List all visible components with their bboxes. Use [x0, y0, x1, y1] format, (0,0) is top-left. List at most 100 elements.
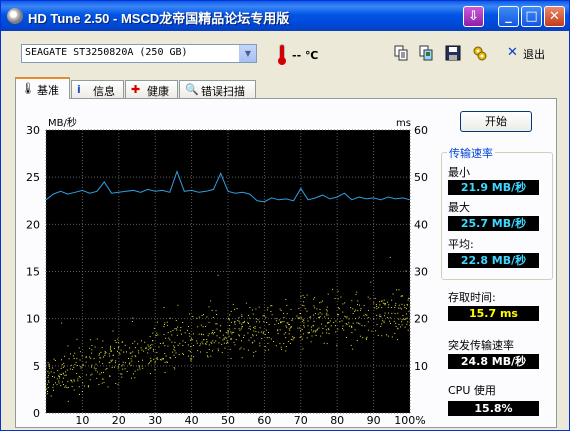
access-time-point — [80, 367, 82, 369]
access-time-point — [291, 319, 293, 321]
access-time-point — [212, 340, 214, 342]
min-label: 最小 — [448, 166, 470, 179]
access-time-point — [223, 338, 225, 340]
access-time-point — [336, 344, 338, 346]
access-time-point — [105, 352, 107, 353]
access-time-point — [188, 350, 190, 352]
access-time-point — [316, 308, 318, 310]
access-time-point — [138, 352, 140, 354]
access-time-point — [310, 329, 312, 331]
access-time-point — [251, 309, 253, 311]
access-time-point — [359, 323, 361, 325]
access-time-point — [52, 376, 53, 377]
access-time-point — [229, 328, 231, 330]
access-time-point — [147, 363, 149, 365]
cpu-usage-value: 15.8% — [448, 401, 539, 416]
access-time-point — [255, 331, 257, 332]
access-time-point — [365, 338, 367, 340]
access-time-point — [255, 334, 257, 336]
access-time-point — [407, 321, 409, 323]
access-time-point — [407, 299, 409, 301]
access-time-point — [404, 326, 406, 328]
x-tick-label: 20 — [112, 414, 126, 427]
access-time-point — [253, 327, 254, 329]
minimize-button[interactable]: _ — [498, 6, 519, 27]
access-time-point — [175, 320, 177, 322]
access-time-point — [174, 341, 176, 343]
access-time-point — [88, 386, 89, 388]
tab-benchmark[interactable]: 🌡 基准 — [15, 77, 70, 99]
access-time-point — [249, 325, 251, 327]
access-time-point — [396, 289, 398, 291]
access-time-point — [319, 302, 321, 304]
access-time-point — [70, 353, 71, 355]
access-time-point — [290, 327, 291, 329]
access-time-point — [398, 289, 400, 291]
access-time-point — [338, 307, 339, 309]
access-time-point — [285, 298, 287, 300]
access-time-point — [359, 335, 361, 337]
access-time-point — [399, 307, 401, 309]
download-icon[interactable]: ⇩ — [463, 6, 484, 27]
access-time-point — [283, 321, 285, 323]
access-time-point — [129, 347, 130, 349]
access-time-point — [387, 301, 389, 303]
access-time-point — [263, 321, 265, 323]
access-time-point — [76, 338, 78, 340]
access-time-point — [55, 382, 56, 384]
save-icon[interactable] — [445, 45, 461, 61]
access-time-point — [395, 303, 397, 305]
access-time-point — [283, 333, 285, 335]
access-time-point — [212, 316, 214, 318]
access-time-point — [247, 321, 249, 323]
access-time-point — [342, 303, 344, 305]
access-time-point — [71, 386, 73, 388]
access-time-point — [288, 328, 290, 330]
access-time-point — [403, 318, 405, 320]
access-time-point — [64, 386, 66, 388]
access-time-point — [300, 313, 301, 314]
access-time-point — [159, 359, 161, 361]
access-time-point — [268, 323, 270, 325]
access-time-point — [299, 327, 301, 329]
access-time-point — [238, 328, 240, 330]
access-time-point — [153, 358, 155, 360]
access-time-point — [381, 323, 383, 325]
access-time-point — [208, 321, 210, 323]
access-time-point — [333, 322, 335, 323]
access-time-point — [68, 358, 70, 360]
access-time-point — [268, 349, 270, 351]
close-button[interactable]: ✕ — [544, 6, 565, 27]
access-time-point — [216, 328, 218, 330]
access-time-point — [130, 358, 132, 360]
access-time-point — [156, 357, 158, 359]
access-time-point — [401, 321, 403, 323]
maximize-button[interactable]: □ — [521, 6, 542, 27]
access-time-point — [98, 384, 100, 385]
options-icon[interactable] — [472, 45, 488, 61]
exit-button[interactable]: ✕ 退出 — [504, 45, 552, 62]
access-time-point — [389, 256, 391, 258]
access-time-point — [67, 380, 69, 382]
access-time-point — [65, 374, 67, 376]
exit-icon: ✕ — [507, 45, 518, 60]
access-time-point — [94, 346, 96, 348]
cpu-usage-label: CPU 使用 — [448, 384, 496, 397]
max-value: 25.7 MB/秒 — [448, 216, 539, 231]
access-time-point — [366, 314, 368, 316]
access-time-point — [47, 362, 49, 364]
access-time-point — [216, 314, 218, 315]
access-time-point — [286, 304, 288, 306]
access-time-point — [381, 300, 383, 302]
access-time-point — [147, 352, 149, 354]
start-button[interactable]: 开始 — [460, 111, 532, 132]
access-time-point — [270, 338, 272, 340]
access-time-point — [292, 339, 294, 341]
access-time-point — [208, 344, 210, 346]
access-time-point — [241, 323, 243, 325]
access-time-point — [409, 305, 411, 307]
access-time-point — [89, 356, 91, 358]
access-time-point — [398, 318, 400, 320]
y-left-axis-label: MB/秒 — [48, 116, 77, 129]
access-time-point — [170, 331, 172, 333]
